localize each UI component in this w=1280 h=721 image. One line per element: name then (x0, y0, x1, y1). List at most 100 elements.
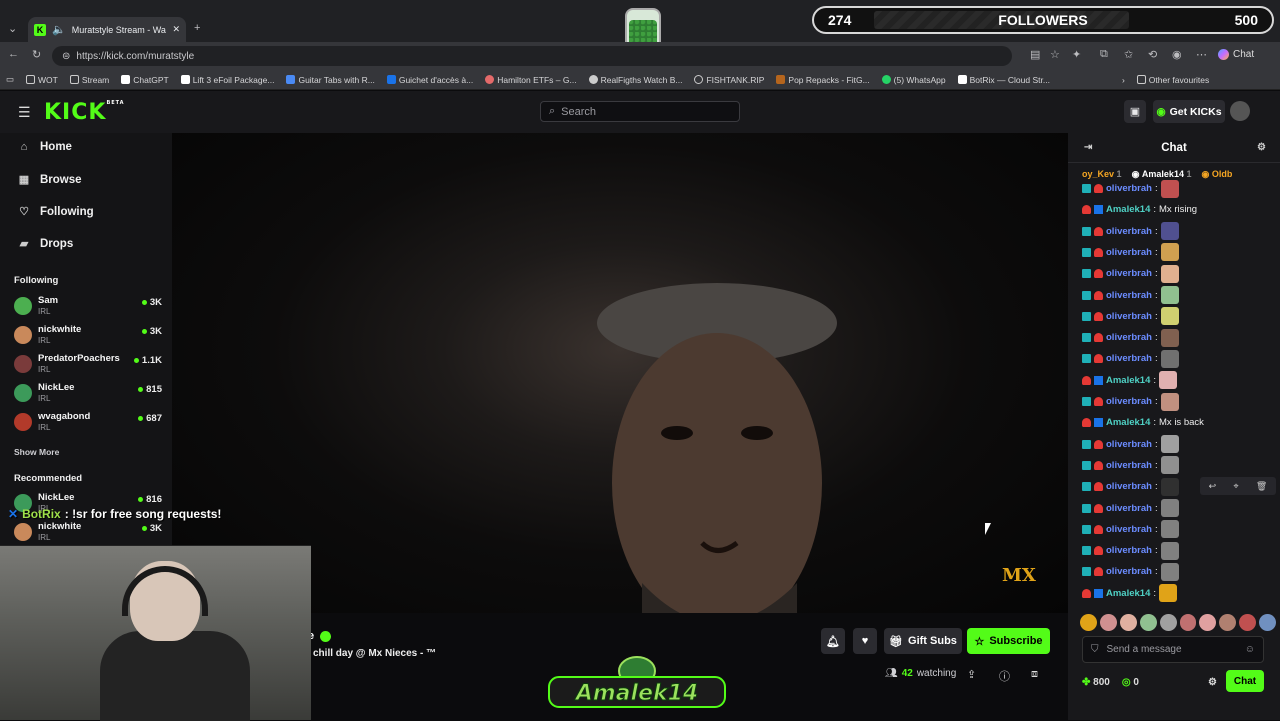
speaker-icon[interactable]: 🔈 (52, 23, 66, 36)
chat-message[interactable]: Amalek14: Mx is back (1082, 412, 1204, 433)
bookmark-9[interactable]: Pop Repacks - FitG... (776, 75, 870, 85)
chat-username[interactable]: Amalek14 (1106, 417, 1150, 428)
chat-username[interactable]: oliverbrah (1106, 268, 1152, 279)
chat-username[interactable]: oliverbrah (1106, 396, 1152, 407)
chat-username[interactable]: oliverbrah (1106, 545, 1152, 556)
reader-icon[interactable]: ▤ (1030, 48, 1040, 61)
new-tab-icon[interactable]: + (194, 22, 200, 34)
chat-username[interactable]: oliverbrah (1106, 524, 1152, 535)
reply-icon[interactable]: ↩ (1209, 481, 1217, 492)
emote-icon[interactable] (1179, 614, 1197, 631)
profile-icon[interactable]: ◉ (1172, 48, 1182, 61)
bookmark-6[interactable]: Hamilton ETFs – G... (485, 75, 577, 85)
back-icon[interactable]: ← (8, 48, 19, 60)
chat-username[interactable]: oliverbrah (1106, 290, 1152, 301)
send-chat-button[interactable]: Chat (1226, 670, 1264, 692)
chat-username[interactable]: oliverbrah (1106, 566, 1152, 577)
favorites-icon[interactable]: ✩ (1124, 48, 1133, 61)
chat-message-input[interactable]: ⛉ Send a message ☺ (1082, 636, 1264, 663)
emote-icon[interactable] (1139, 614, 1157, 631)
nav-drops[interactable]: ▰ Drops (18, 237, 73, 251)
emote-icon[interactable] (1080, 614, 1097, 631)
bookmarks-icon[interactable]: ▭ (6, 74, 14, 85)
chat-message[interactable]: oliverbrah: (1082, 434, 1179, 455)
chat-username[interactable]: oliverbrah (1106, 226, 1152, 237)
chat-message[interactable]: oliverbrah: (1082, 263, 1179, 284)
chat-username[interactable]: oliverbrah (1106, 439, 1152, 450)
chat-message[interactable]: oliverbrah: (1082, 327, 1179, 348)
bookmark-2[interactable]: ChatGPT (121, 75, 169, 85)
chat-username[interactable]: oliverbrah (1106, 332, 1152, 343)
bookmark-5[interactable]: Guichet d'accès à... (386, 75, 473, 85)
streamer-name[interactable]: e (308, 630, 332, 642)
chat-message[interactable]: oliverbrah: (1082, 455, 1179, 476)
bookmark-7[interactable]: RealFigths Watch B... (588, 75, 682, 85)
other-favourites[interactable]: Other favourites (1136, 75, 1209, 85)
show-more-link[interactable]: Show More (14, 447, 59, 457)
following-item-nicklee[interactable]: NickLee IRL 815 (14, 382, 164, 408)
info-icon[interactable]: ⓘ (999, 668, 1010, 684)
chat-username[interactable]: oliverbrah (1106, 353, 1152, 364)
video-player[interactable] (172, 133, 1068, 683)
reload-icon[interactable]: ↻ (32, 48, 41, 61)
chat-username[interactable]: oliverbrah (1106, 311, 1152, 322)
emote-icon[interactable] (1199, 614, 1217, 631)
chat-message[interactable]: oliverbrah: (1082, 391, 1179, 412)
bookmarks-overflow-icon[interactable]: › (1122, 75, 1125, 85)
recommended-item-nickwhite[interactable]: nickwhite IRL 3K (14, 521, 164, 547)
chat-username[interactable]: oliverbrah (1106, 183, 1152, 194)
close-tab-icon[interactable]: ✕ (172, 24, 180, 35)
emoji-icon[interactable]: ☺ (1245, 644, 1255, 655)
gift-subs-button[interactable]: 🎁︎ Gift Subs (884, 628, 962, 654)
chat-message[interactable]: oliverbrah: (1082, 540, 1179, 561)
chat-message[interactable]: oliverbrah: (1082, 221, 1179, 242)
chat-message[interactable]: oliverbrah: (1082, 306, 1179, 327)
chat-message[interactable]: oliverbrah: (1082, 561, 1179, 582)
emote-icon[interactable] (1219, 614, 1237, 631)
kicks-balance[interactable]: ◎ 0 (1122, 677, 1139, 688)
favorite-star-icon[interactable]: ☆ (1050, 48, 1060, 61)
get-kicks-button[interactable]: ◉ Get KICKs (1153, 100, 1225, 123)
bookmark-10[interactable]: (5) WhatsApp (881, 75, 946, 85)
following-item-sam[interactable]: Sam IRL 3K (14, 295, 164, 321)
more-menu-icon[interactable]: ⋯ (1196, 48, 1207, 61)
chat-username[interactable]: oliverbrah (1106, 247, 1152, 258)
share-icon[interactable]: ⇪ (967, 668, 976, 681)
site-info-icon[interactable]: ⊜ (62, 51, 70, 62)
chat-message[interactable]: oliverbrah: (1082, 348, 1179, 369)
bookmark-8[interactable]: FISHTANK.RIP (694, 75, 764, 85)
channel-points[interactable]: ✤ 800 (1082, 677, 1110, 688)
chat-message[interactable]: oliverbrah: (1082, 285, 1179, 306)
copilot-button[interactable]: Chat (1218, 49, 1254, 60)
emote-icon[interactable] (1259, 614, 1277, 631)
follow-button[interactable]: ♥ (853, 628, 877, 654)
emote-icon[interactable] (1239, 614, 1257, 631)
nav-browse[interactable]: ▦ Browse (18, 173, 82, 187)
user-avatar[interactable] (1230, 101, 1250, 121)
split-screen-icon[interactable]: ⧉ (1100, 48, 1108, 61)
chat-settings-icon[interactable]: ⚙ (1257, 142, 1266, 153)
layout-button[interactable]: ▣ (1124, 100, 1146, 123)
emote-icon[interactable] (1159, 614, 1177, 631)
chat-message[interactable]: oliverbrah: (1082, 519, 1179, 540)
chat-message[interactable]: Amalek14: (1082, 583, 1178, 604)
extensions-icon[interactable]: ✦ (1072, 48, 1081, 61)
bookmark-1[interactable]: Stream (69, 75, 109, 85)
chat-gear-icon[interactable]: ⚙ (1208, 677, 1217, 688)
following-item-nickwhite[interactable]: nickwhite IRL 3K (14, 324, 164, 350)
history-icon[interactable]: ⟲ (1148, 48, 1157, 61)
pin-icon[interactable]: ⌖ (1234, 481, 1239, 492)
chat-message[interactable]: oliverbrah: (1082, 498, 1179, 519)
gifter-item[interactable]: ◉ Oldb (1201, 169, 1232, 180)
chat-message[interactable]: oliverbrah: (1082, 178, 1179, 199)
following-item-wvagabond[interactable]: wvagabond IRL 687 (14, 411, 164, 437)
clip-icon[interactable]: ⧈ (1031, 668, 1038, 681)
chat-message[interactable]: oliverbrah: (1082, 476, 1179, 497)
search-input[interactable]: ⌕ Search (540, 101, 740, 122)
kick-logo[interactable]: KICKBETA (44, 100, 125, 125)
chat-message[interactable]: Amalek14: (1082, 370, 1178, 391)
following-item-predatorpoachers[interactable]: PredatorPoachers IRL 1.1K (14, 353, 164, 379)
chat-username[interactable]: oliverbrah (1106, 481, 1152, 492)
nav-home[interactable]: ⌂ Home (18, 141, 72, 153)
bookmark-0[interactable]: WOT (26, 75, 58, 85)
